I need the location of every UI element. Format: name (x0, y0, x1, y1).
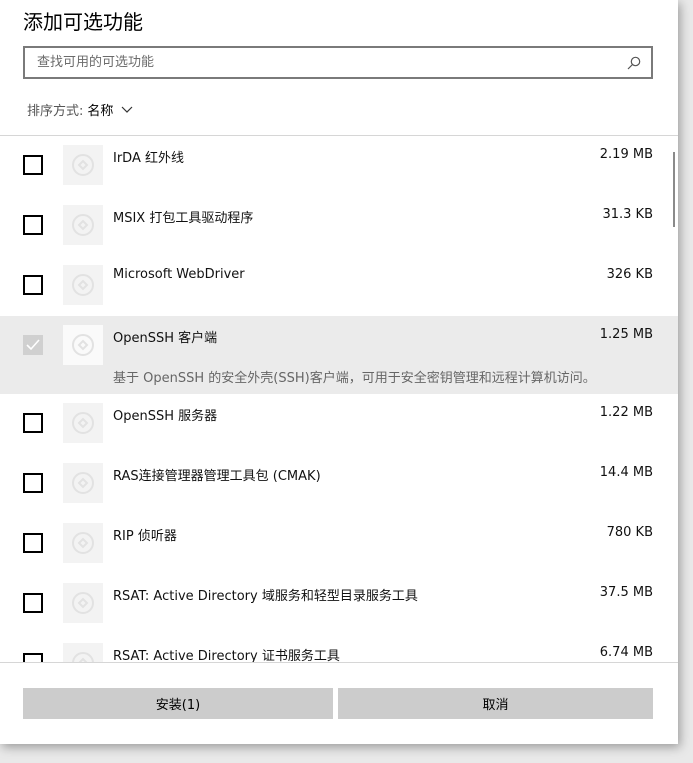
sort-label: 排序方式: (27, 104, 84, 119)
feature-name: Microsoft WebDriver (113, 267, 245, 282)
sort-dropdown[interactable]: 排序方式: 名称 (27, 100, 133, 119)
chevron-down-icon[interactable] (121, 106, 133, 114)
feature-name: RIP 侦听器 (113, 529, 177, 544)
feature-gear-icon (63, 643, 103, 662)
feature-item[interactable]: MSIX 打包工具驱动程序 31.3 KB (0, 196, 678, 256)
feature-size: 780 KB (606, 525, 653, 540)
feature-size: 326 KB (606, 267, 653, 282)
feature-checkbox[interactable] (23, 473, 43, 493)
feature-name: RSAT: Active Directory 证书服务工具 (113, 649, 340, 662)
add-optional-feature-dialog: 添加可选功能 排序方式: 名称 IrDA 红外线 2.19 MB MSIX 打包工具… (0, 0, 678, 744)
dialog-title: 添加可选功能 (23, 10, 143, 34)
scrollbar-thumb[interactable] (673, 152, 675, 227)
feature-size: 37.5 MB (599, 585, 653, 600)
feature-item[interactable]: RSAT: Active Directory 域服务和轻型目录服务工具 37.5 … (0, 574, 678, 634)
feature-name: OpenSSH 服务器 (113, 409, 218, 424)
feature-checkbox[interactable] (23, 275, 43, 295)
search-icon[interactable] (623, 52, 645, 74)
feature-checkbox[interactable] (23, 155, 43, 175)
search-input[interactable] (35, 54, 623, 71)
feature-item[interactable]: OpenSSH 服务器 1.22 MB (0, 394, 678, 454)
feature-item[interactable]: IrDA 红外线 2.19 MB (0, 136, 678, 196)
feature-gear-icon (63, 205, 103, 245)
feature-gear-icon (63, 325, 103, 365)
feature-item[interactable]: RAS连接管理器管理工具包 (CMAK) 14.4 MB (0, 454, 678, 514)
feature-size: 1.22 MB (599, 405, 653, 420)
feature-size: 14.4 MB (599, 465, 653, 480)
feature-gear-icon (63, 403, 103, 443)
feature-item[interactable]: Microsoft WebDriver 326 KB (0, 256, 678, 316)
feature-name: OpenSSH 客户端 (113, 331, 218, 346)
feature-description: 基于 OpenSSH 的安全外壳(SSH)客户端，可用于安全密钥管理和远程计算机… (113, 371, 596, 386)
feature-gear-icon (63, 583, 103, 623)
feature-gear-icon (63, 145, 103, 185)
feature-checkbox[interactable] (23, 533, 43, 553)
cancel-button[interactable]: 取消 (338, 688, 653, 719)
feature-size: 1.25 MB (599, 327, 653, 342)
search-box[interactable] (23, 46, 653, 79)
feature-gear-icon (63, 265, 103, 305)
divider (0, 662, 678, 663)
feature-item[interactable]: RIP 侦听器 780 KB (0, 514, 678, 574)
feature-list: IrDA 红外线 2.19 MB MSIX 打包工具驱动程序 31.3 KB Micro… (0, 136, 678, 662)
feature-gear-icon (63, 523, 103, 563)
feature-checkbox[interactable] (23, 215, 43, 235)
feature-name: RAS连接管理器管理工具包 (CMAK) (113, 469, 321, 484)
feature-checkbox[interactable] (23, 335, 43, 355)
feature-checkbox[interactable] (23, 593, 43, 613)
install-button[interactable]: 安装(1) (23, 688, 333, 719)
feature-name: IrDA 红外线 (113, 151, 184, 166)
feature-name: MSIX 打包工具驱动程序 (113, 211, 254, 226)
feature-size: 31.3 KB (602, 207, 653, 222)
feature-size: 6.74 MB (599, 645, 653, 660)
feature-checkbox[interactable] (23, 653, 43, 662)
sort-value[interactable]: 名称 (87, 100, 113, 119)
feature-checkbox[interactable] (23, 413, 43, 433)
feature-item[interactable]: OpenSSH 客户端 1.25 MB 基于 OpenSSH 的安全外壳(SSH)客… (0, 316, 678, 394)
feature-gear-icon (63, 463, 103, 503)
feature-size: 2.19 MB (599, 147, 653, 162)
feature-item[interactable]: RSAT: Active Directory 证书服务工具 6.74 MB (0, 634, 678, 662)
feature-name: RSAT: Active Directory 域服务和轻型目录服务工具 (113, 589, 418, 604)
